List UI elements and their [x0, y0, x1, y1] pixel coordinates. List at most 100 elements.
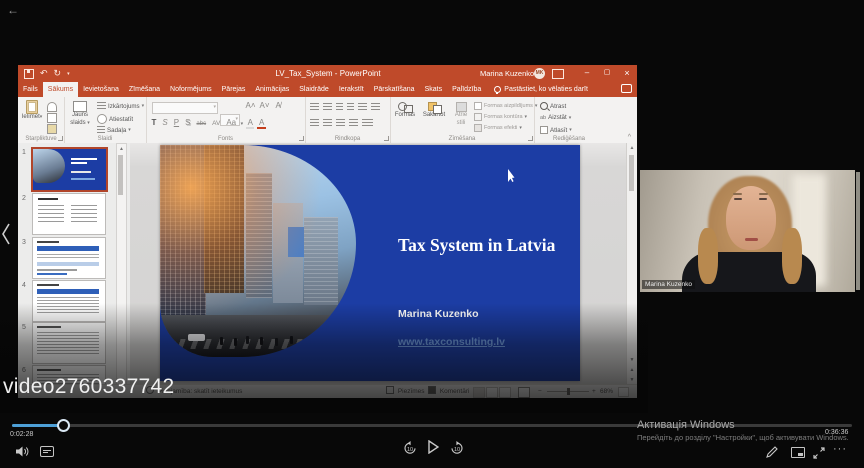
volume-icon[interactable]	[16, 444, 29, 462]
picture-in-picture-icon[interactable]	[791, 447, 805, 458]
text-direction-icon[interactable]	[371, 103, 380, 111]
fit-to-window-button[interactable]	[618, 387, 629, 397]
clear-format-button[interactable]: A̸	[274, 101, 282, 110]
find-button[interactable]: Atrast	[540, 102, 566, 110]
slide-link[interactable]: www.taxconsulting.lv	[398, 336, 505, 348]
rewind-10-button[interactable]: 10	[403, 441, 417, 460]
tab-slaidrade[interactable]: Slaidrāde	[294, 82, 334, 97]
seek-handle[interactable]	[57, 419, 70, 432]
shrink-font-button[interactable]: A˅	[258, 101, 271, 110]
indent-decrease-icon[interactable]	[336, 103, 343, 111]
zoom-out-button[interactable]: −	[538, 385, 542, 398]
slideshow-button[interactable]	[518, 387, 530, 398]
slide-sorter-view-button[interactable]	[486, 387, 498, 398]
quick-styles-button[interactable]: Ātrie stili	[450, 102, 472, 127]
scroll-up-icon[interactable]: ▲	[627, 145, 637, 151]
thumbnail-scrollbar[interactable]: ▲	[116, 143, 127, 387]
back-arrow-icon[interactable]: ←	[7, 3, 19, 17]
zoom-in-button[interactable]: +	[592, 385, 596, 398]
shape-effects-button[interactable]: Formas efekti▾	[474, 124, 522, 132]
drawing-dialog-launcher[interactable]	[528, 136, 533, 141]
undo-icon[interactable]: ↶	[40, 68, 48, 79]
previous-slide-icon[interactable]: ▲	[627, 367, 637, 373]
change-case-button[interactable]: Aa	[225, 118, 238, 127]
tab-parskatisana[interactable]: Pārskatīšana	[369, 82, 420, 97]
format-painter-button[interactable]	[47, 124, 57, 134]
grow-font-button[interactable]: A˄	[244, 101, 257, 110]
font-color-button[interactable]: A	[257, 118, 265, 129]
notes-button[interactable]: Piezīmes	[386, 385, 425, 398]
slide-thumbnail-2[interactable]	[32, 193, 106, 235]
zoom-slider-handle[interactable]	[567, 388, 570, 395]
tab-parejas[interactable]: Pārejas	[217, 82, 251, 97]
tab-ievietosana[interactable]: Ievietošana	[78, 82, 124, 97]
reset-button[interactable]: Atiestatīt	[97, 114, 133, 124]
font-dialog-launcher[interactable]	[299, 136, 304, 141]
tell-me-box[interactable]: Pastāstiet, ko vēlaties darīt	[494, 82, 588, 97]
comments-bubble-icon[interactable]	[621, 84, 632, 93]
minimize-button[interactable]: –	[579, 65, 595, 82]
fullscreen-icon[interactable]	[813, 446, 825, 464]
tab-fails[interactable]: Fails	[18, 82, 43, 97]
replace-button[interactable]: abAizstāt▾	[540, 114, 571, 121]
slide-thumbnail-1[interactable]	[31, 147, 108, 192]
next-slide-icon[interactable]: ▼	[627, 377, 637, 383]
align-right-icon[interactable]	[336, 119, 345, 127]
tab-sakums[interactable]: Sākums	[43, 82, 78, 97]
shape-outline-button[interactable]: Formas kontūra▾	[474, 113, 527, 121]
highlight-color-button[interactable]: A	[246, 118, 254, 129]
underline-button[interactable]: P	[172, 118, 180, 127]
italic-button[interactable]: S	[161, 118, 169, 127]
line-spacing-icon[interactable]	[358, 103, 367, 111]
account-avatar[interactable]: MK	[534, 68, 545, 79]
main-slide[interactable]: Tax System in Latvia Marina Kuzenko www.…	[160, 145, 580, 381]
ribbon-display-options-icon[interactable]	[552, 69, 564, 79]
tab-palidziba[interactable]: Palīdzība	[447, 82, 486, 97]
chevron-left-icon[interactable]	[1, 223, 11, 250]
paste-button[interactable]: Ielīmēt▾	[21, 100, 43, 122]
new-slide-button[interactable]: Jauns slaids ▾	[66, 101, 94, 127]
captions-icon[interactable]	[40, 446, 54, 457]
close-button[interactable]: ×	[619, 65, 635, 82]
more-options-icon[interactable]: ···	[833, 443, 847, 455]
save-icon[interactable]	[24, 69, 34, 79]
tab-animacijas[interactable]: Animācijas	[250, 82, 294, 97]
align-left-icon[interactable]	[310, 119, 319, 127]
comments-button[interactable]: Komentāri	[428, 385, 469, 398]
slide-thumbnail-4[interactable]	[32, 280, 106, 322]
text-shadow-button[interactable]: S	[184, 118, 192, 127]
copy-button[interactable]	[47, 113, 57, 123]
clipboard-dialog-launcher[interactable]	[58, 136, 63, 141]
redo-icon[interactable]: ↻	[54, 68, 62, 79]
bullets-icon[interactable]	[310, 103, 319, 111]
reading-view-button[interactable]	[499, 387, 511, 398]
zoom-level[interactable]: 68%	[600, 385, 613, 398]
cut-button[interactable]	[47, 102, 57, 112]
strikethrough-button[interactable]: abc	[195, 121, 208, 127]
tab-skats[interactable]: Skats	[420, 82, 448, 97]
tab-ierakstit[interactable]: Ierakstīt	[334, 82, 369, 97]
align-center-icon[interactable]	[323, 119, 332, 127]
select-button[interactable]: Atlasīt▾	[540, 126, 572, 134]
char-spacing-button[interactable]: AV	[211, 120, 222, 127]
slide-thumbnail-3[interactable]	[32, 237, 106, 279]
play-button[interactable]	[427, 440, 439, 459]
qat-dropdown-icon[interactable]: ▾	[67, 71, 70, 77]
arrange-button[interactable]: Sakārtot	[420, 102, 448, 120]
bold-button[interactable]: T	[150, 118, 158, 127]
font-name-combo[interactable]	[152, 102, 218, 114]
shape-fill-button[interactable]: Formas aizpildījums▾	[474, 102, 537, 110]
forward-10-button[interactable]: 10	[450, 441, 464, 460]
scroll-down-icon[interactable]: ▼	[627, 357, 637, 363]
justify-icon[interactable]	[349, 119, 358, 127]
columns-icon[interactable]	[362, 119, 373, 127]
shapes-button[interactable]: Formas	[392, 102, 418, 120]
collapse-ribbon-icon[interactable]: ^	[628, 134, 631, 141]
normal-view-button[interactable]	[473, 387, 485, 398]
paragraph-dialog-launcher[interactable]	[384, 136, 389, 141]
indent-increase-icon[interactable]	[347, 103, 354, 111]
layout-button[interactable]: Izkārtojums▾	[97, 102, 144, 110]
tab-noformejums[interactable]: Noformējums	[165, 82, 217, 97]
main-scrollbar[interactable]: ▲ ▼ ▲ ▼	[626, 143, 637, 385]
edit-pencil-icon[interactable]	[766, 445, 778, 463]
